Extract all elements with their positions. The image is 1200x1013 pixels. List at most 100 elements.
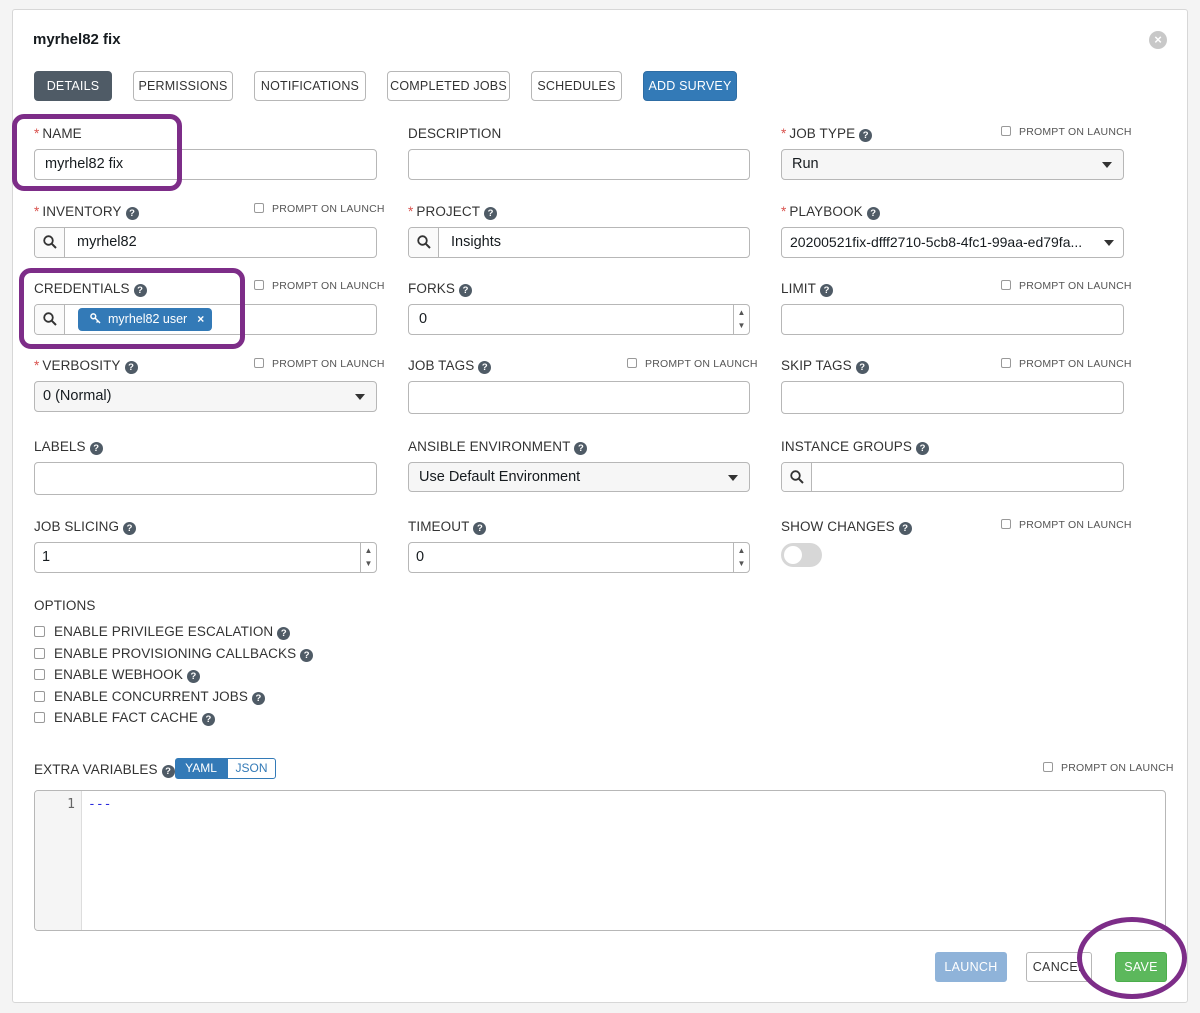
- help-icon[interactable]: ?: [473, 522, 487, 535]
- job-type-label: * JOB TYPE?: [781, 126, 873, 142]
- help-icon[interactable]: ?: [484, 207, 498, 220]
- tab-details[interactable]: DETAILS: [34, 71, 112, 101]
- checkbox[interactable]: [1001, 126, 1011, 136]
- tab-schedules[interactable]: SCHEDULES: [531, 71, 622, 101]
- limit-prompt-on-launch[interactable]: PROMPT ON LAUNCH: [1001, 280, 1132, 292]
- job-tags-label: JOB TAGS?: [408, 358, 492, 374]
- checkbox[interactable]: [254, 280, 264, 290]
- search-icon: [43, 312, 57, 326]
- checkbox[interactable]: [34, 669, 45, 680]
- save-button[interactable]: SAVE: [1115, 952, 1167, 982]
- job-type-prompt-on-launch[interactable]: PROMPT ON LAUNCH: [1001, 126, 1132, 138]
- chevron-down-icon: [1104, 240, 1114, 246]
- checkbox[interactable]: [1001, 358, 1011, 368]
- checkbox[interactable]: [254, 203, 264, 213]
- show-changes-prompt-on-launch[interactable]: PROMPT ON LAUNCH: [1001, 519, 1132, 531]
- job-type-select[interactable]: Run: [781, 149, 1124, 180]
- checkbox[interactable]: [1001, 280, 1011, 290]
- help-icon[interactable]: ?: [866, 207, 880, 220]
- job-tags-prompt-on-launch[interactable]: PROMPT ON LAUNCH: [627, 358, 758, 370]
- name-input[interactable]: myrhel82 fix: [34, 149, 377, 180]
- launch-button[interactable]: LAUNCH: [935, 952, 1007, 982]
- instance-groups-search-button[interactable]: [782, 463, 812, 491]
- help-icon[interactable]: ?: [89, 442, 103, 455]
- help-icon[interactable]: ?: [133, 284, 147, 297]
- job-slicing-input[interactable]: 1 ▲ ▼: [34, 542, 377, 573]
- credential-tag[interactable]: myrhel82 user ×: [78, 308, 213, 331]
- yaml-toggle[interactable]: YAML: [175, 758, 227, 779]
- project-search-button[interactable]: [409, 228, 439, 257]
- checkbox[interactable]: [34, 691, 45, 702]
- help-icon[interactable]: ?: [574, 442, 588, 455]
- chevron-down-icon: [355, 394, 365, 400]
- show-changes-toggle[interactable]: [781, 543, 822, 567]
- help-icon[interactable]: ?: [123, 522, 137, 535]
- inventory-prompt-on-launch[interactable]: PROMPT ON LAUNCH: [254, 203, 385, 215]
- help-icon[interactable]: ?: [859, 129, 873, 142]
- job-slicing-label: JOB SLICING?: [34, 519, 137, 535]
- add-survey-button[interactable]: ADD SURVEY: [643, 71, 737, 101]
- tab-notifications[interactable]: NOTIFICATIONS: [254, 71, 366, 101]
- search-icon: [790, 470, 804, 484]
- ansible-environment-select[interactable]: Use Default Environment: [408, 462, 750, 492]
- forks-stepper[interactable]: ▲ ▼: [733, 305, 749, 334]
- json-toggle[interactable]: JSON: [227, 758, 276, 779]
- project-lookup[interactable]: Insights: [408, 227, 750, 258]
- extra-variables-editor[interactable]: 1 ---: [34, 790, 1166, 931]
- checkbox[interactable]: [34, 648, 45, 659]
- instance-groups-lookup[interactable]: [781, 462, 1124, 492]
- enable-privilege-escalation-option[interactable]: ENABLE PRIVILEGE ESCALATION?: [34, 624, 291, 640]
- help-icon[interactable]: ?: [478, 361, 492, 374]
- help-icon[interactable]: ?: [202, 713, 215, 726]
- timeout-stepper[interactable]: ▲ ▼: [733, 543, 749, 572]
- enable-fact-cache-option[interactable]: ENABLE FACT CACHE?: [34, 710, 215, 726]
- help-icon[interactable]: ?: [124, 361, 138, 374]
- help-icon[interactable]: ?: [459, 284, 473, 297]
- forks-input[interactable]: 0 ▲ ▼: [408, 304, 750, 335]
- limit-input[interactable]: [781, 304, 1124, 335]
- playbook-select[interactable]: 20200521fix-dfff2710-5cb8-4fc1-99aa-ed79…: [781, 227, 1124, 258]
- skip-tags-label: SKIP TAGS?: [781, 358, 869, 374]
- enable-concurrent-jobs-option[interactable]: ENABLE CONCURRENT JOBS?: [34, 689, 265, 705]
- skip-tags-input[interactable]: [781, 381, 1124, 414]
- job-tags-input[interactable]: [408, 381, 750, 414]
- help-icon[interactable]: ?: [300, 649, 314, 662]
- verbosity-prompt-on-launch[interactable]: PROMPT ON LAUNCH: [254, 358, 385, 370]
- help-icon[interactable]: ?: [277, 627, 291, 640]
- cancel-button[interactable]: CANCEL: [1026, 952, 1092, 982]
- checkbox[interactable]: [1001, 519, 1011, 529]
- inventory-search-button[interactable]: [35, 228, 65, 257]
- enable-provisioning-callbacks-option[interactable]: ENABLE PROVISIONING CALLBACKS?: [34, 646, 314, 662]
- extra-variables-prompt-on-launch[interactable]: PROMPT ON LAUNCH: [1043, 762, 1174, 774]
- labels-label: LABELS?: [34, 439, 103, 455]
- inventory-lookup[interactable]: myrhel82: [34, 227, 377, 258]
- checkbox[interactable]: [627, 358, 637, 368]
- line-number: 1: [67, 797, 75, 812]
- help-icon[interactable]: ?: [898, 522, 912, 535]
- tab-completed-jobs[interactable]: COMPLETED JOBS: [387, 71, 510, 101]
- verbosity-select[interactable]: 0 (Normal): [34, 381, 377, 412]
- checkbox[interactable]: [34, 626, 45, 637]
- labels-input[interactable]: [34, 462, 377, 495]
- help-icon[interactable]: ?: [186, 670, 200, 683]
- help-icon[interactable]: ?: [161, 765, 175, 778]
- tab-permissions[interactable]: PERMISSIONS: [133, 71, 233, 101]
- help-icon[interactable]: ?: [125, 207, 139, 220]
- timeout-input[interactable]: 0 ▲ ▼: [408, 542, 750, 573]
- help-icon[interactable]: ?: [855, 361, 869, 374]
- help-icon[interactable]: ?: [252, 692, 265, 705]
- description-input[interactable]: [408, 149, 750, 180]
- help-icon[interactable]: ?: [916, 442, 930, 455]
- help-icon[interactable]: ?: [820, 284, 834, 297]
- remove-tag-icon[interactable]: ×: [197, 312, 204, 326]
- credentials-lookup[interactable]: myrhel82 user ×: [34, 304, 377, 335]
- close-icon[interactable]: ×: [1149, 31, 1167, 49]
- checkbox[interactable]: [1043, 762, 1053, 772]
- credentials-search-button[interactable]: [35, 305, 65, 334]
- job-slicing-stepper[interactable]: ▲ ▼: [360, 543, 376, 572]
- enable-webhook-option[interactable]: ENABLE WEBHOOK?: [34, 667, 200, 683]
- credentials-prompt-on-launch[interactable]: PROMPT ON LAUNCH: [254, 280, 385, 292]
- skip-tags-prompt-on-launch[interactable]: PROMPT ON LAUNCH: [1001, 358, 1132, 370]
- checkbox[interactable]: [34, 712, 45, 723]
- checkbox[interactable]: [254, 358, 264, 368]
